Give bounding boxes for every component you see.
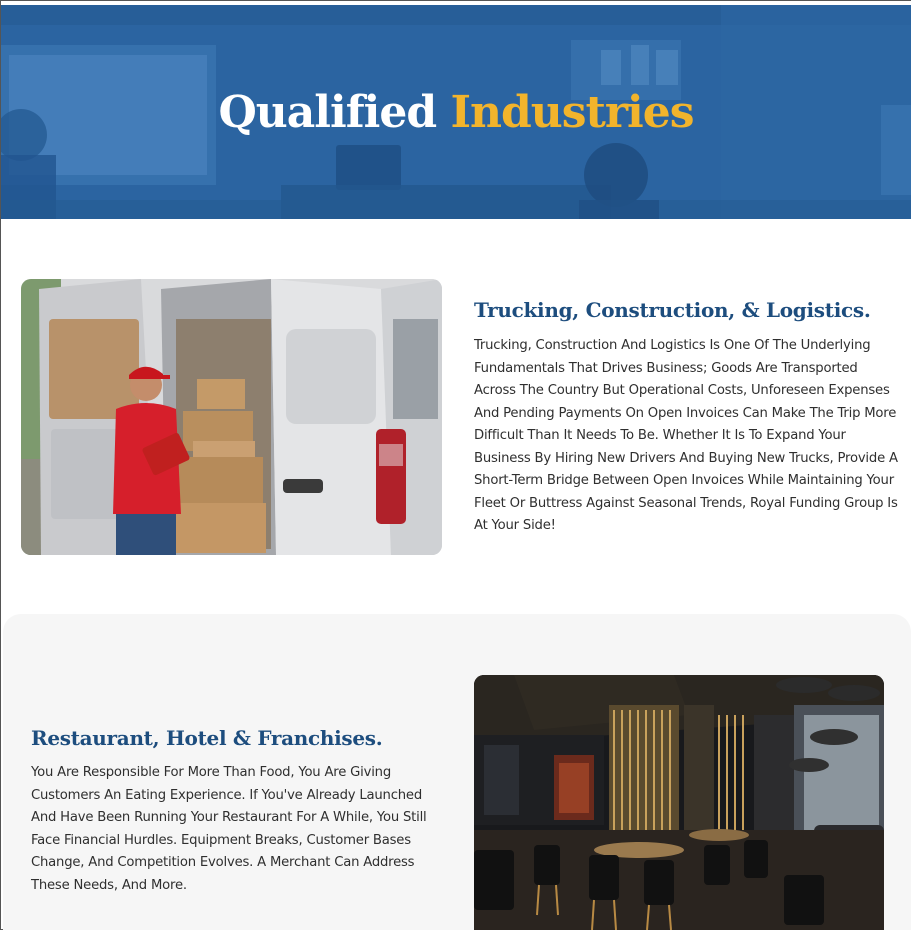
delivery-van-photo: [21, 279, 442, 555]
page-title: Qualified Industries: [1, 87, 911, 138]
section-body-trucking: Trucking, Construction And Logistics Is …: [474, 338, 898, 533]
restaurant-interior-illustration: [474, 675, 884, 930]
page-title-accent: Industries: [450, 87, 694, 138]
section-heading-restaurant: Restaurant, Hotel & Franchises.: [31, 726, 383, 750]
section-heading-trucking: Trucking, Construction, & Logistics.: [474, 298, 871, 322]
hero-banner: Qualified Industries: [1, 5, 911, 219]
delivery-van-illustration: [21, 279, 442, 555]
restaurant-interior-photo: [474, 675, 884, 930]
section-body-restaurant: You Are Responsible For More Than Food, …: [31, 765, 427, 893]
page-title-main: Qualified: [218, 87, 437, 138]
